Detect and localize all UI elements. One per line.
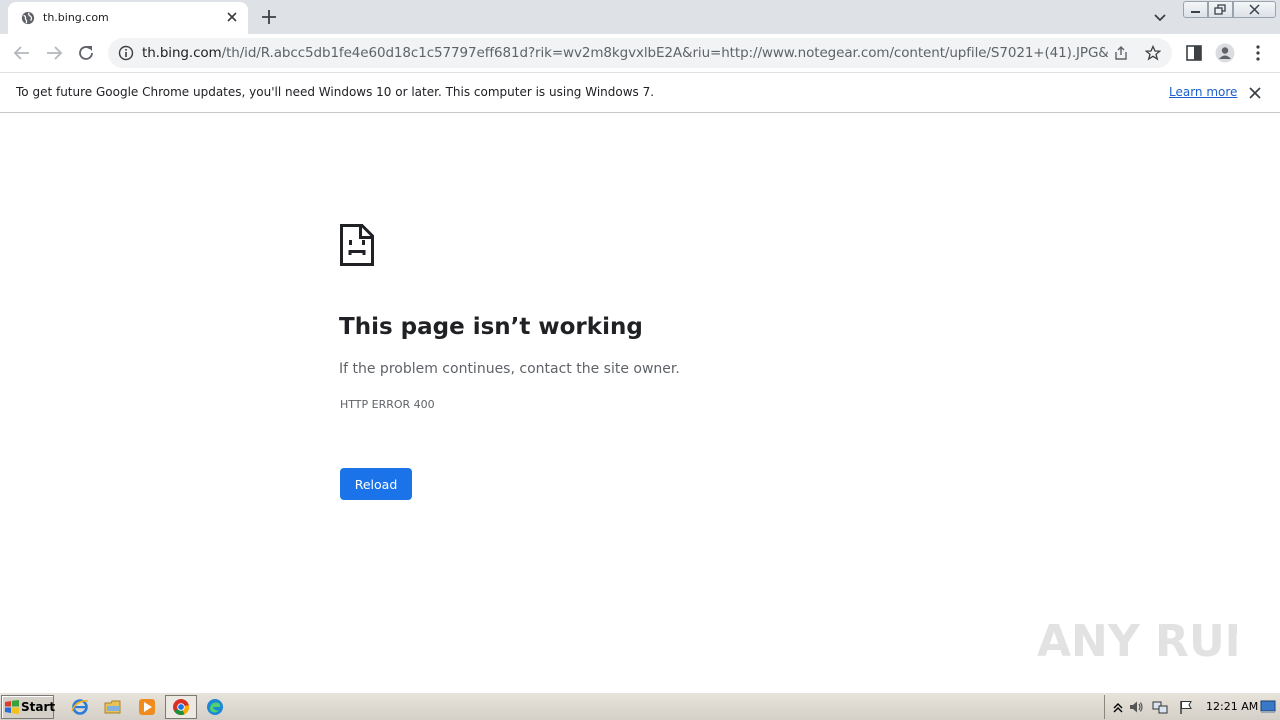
- chrome-icon: [173, 699, 190, 715]
- url-host: th.bing.com: [142, 45, 222, 61]
- watermark-text: ANY RUN: [1037, 616, 1237, 666]
- restore-icon: [1214, 4, 1226, 15]
- bookmark-star-icon[interactable]: [1145, 45, 1161, 61]
- action-center-flag-icon[interactable]: [1178, 699, 1194, 715]
- page-content: This page isn’t working If the problem c…: [0, 114, 1280, 692]
- start-label: Start: [21, 700, 56, 714]
- taskbar-chrome-button[interactable]: [165, 695, 197, 719]
- minimize-button[interactable]: [1183, 1, 1208, 18]
- back-icon[interactable]: [11, 42, 33, 64]
- reload-button[interactable]: Reload: [340, 468, 412, 500]
- error-code: HTTP ERROR 400: [340, 398, 435, 411]
- browser-toolbar: th.bing.com/th/id/R.abcc5db1fe4e60d18c1c…: [0, 34, 1280, 72]
- tab-close-icon[interactable]: [224, 9, 240, 25]
- network-icon[interactable]: [1152, 699, 1168, 715]
- start-button[interactable]: Start: [1, 695, 56, 719]
- share-icon[interactable]: [1113, 45, 1129, 61]
- minimize-icon: [1191, 11, 1200, 13]
- show-desktop-icon[interactable]: [1260, 700, 1276, 714]
- error-title: This page isn’t working: [339, 314, 643, 340]
- address-bar[interactable]: th.bing.com/th/id/R.abcc5db1fe4e60d18c1c…: [108, 38, 1172, 68]
- tab-active[interactable]: th.bing.com: [8, 2, 248, 34]
- more-menu-icon[interactable]: [1248, 43, 1268, 63]
- clock: 12:21 AM: [1206, 700, 1259, 713]
- close-icon[interactable]: [1248, 86, 1262, 100]
- url-path: /th/id/R.abcc5db1fe4e60d18c1c57797eff681…: [221, 45, 1108, 61]
- internet-explorer-icon[interactable]: [71, 698, 89, 716]
- side-panel-icon[interactable]: [1184, 43, 1204, 63]
- new-tab-icon[interactable]: [259, 7, 279, 27]
- windows-logo-icon: [5, 700, 19, 714]
- close-window-button[interactable]: [1233, 1, 1276, 18]
- profile-icon[interactable]: [1215, 43, 1235, 63]
- anyrun-watermark: ANY RUN: [1037, 616, 1237, 666]
- tray-separator: [1104, 695, 1105, 719]
- close-icon: [1249, 4, 1260, 15]
- reload-icon[interactable]: [75, 42, 97, 64]
- learn-more-link[interactable]: Learn more: [1169, 85, 1237, 99]
- url-text[interactable]: th.bing.com/th/id/R.abcc5db1fe4e60d18c1c…: [142, 45, 1108, 61]
- error-description: If the problem continues, contact the si…: [339, 361, 680, 377]
- globe-icon: [21, 11, 35, 25]
- forward-icon[interactable]: [43, 42, 65, 64]
- volume-icon[interactable]: [1128, 699, 1144, 715]
- chevron-down-icon[interactable]: [1152, 9, 1168, 25]
- media-player-icon[interactable]: [138, 698, 156, 716]
- edge-icon[interactable]: [206, 698, 224, 716]
- maximize-button[interactable]: [1208, 1, 1233, 18]
- window-controls: [1183, 1, 1276, 18]
- sad-page-icon: [340, 224, 374, 266]
- update-infobar: To get future Google Chrome updates, you…: [0, 72, 1280, 113]
- show-hidden-icons-icon[interactable]: [1110, 699, 1126, 715]
- info-icon[interactable]: [118, 45, 134, 61]
- explorer-folder-icon[interactable]: [104, 698, 122, 716]
- taskbar: Start 12:21 AM: [0, 692, 1280, 720]
- infobar-message: To get future Google Chrome updates, you…: [16, 85, 655, 99]
- tab-title: th.bing.com: [43, 11, 109, 24]
- tab-strip: th.bing.com: [0, 0, 1280, 34]
